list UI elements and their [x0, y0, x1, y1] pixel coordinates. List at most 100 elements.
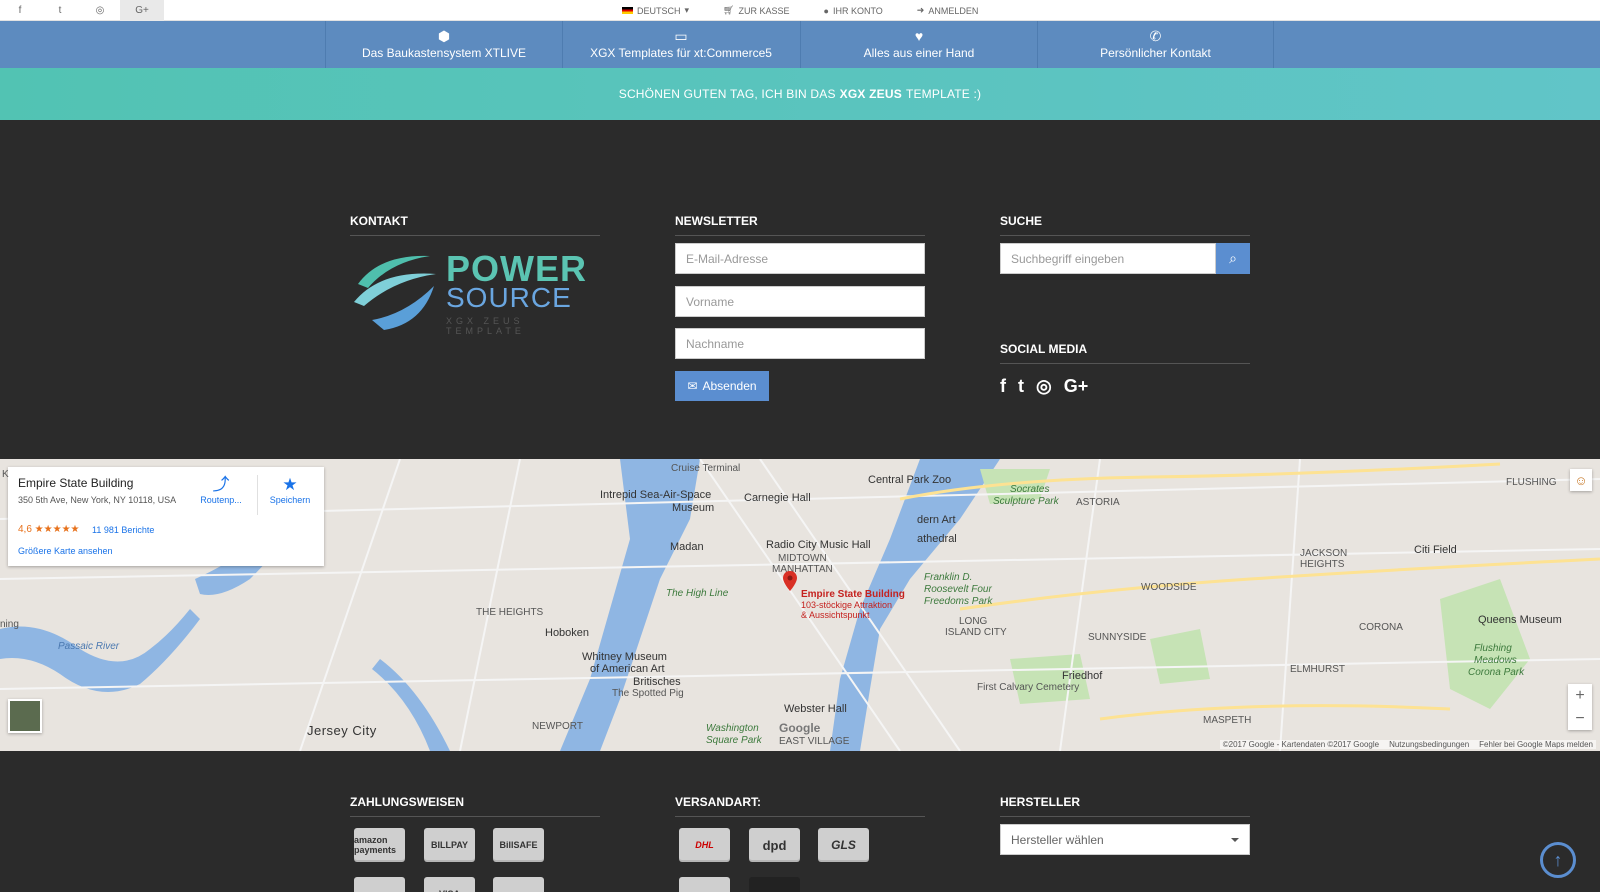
place-address: 350 5th Ave, New York, NY 10118, USA — [18, 495, 177, 505]
nav-item-label: Alles aus einer Hand — [863, 46, 975, 60]
route-button[interactable]: ⤴ Routenp... — [189, 475, 253, 505]
google-map[interactable]: Empire State Building 350 5th Ave, New Y… — [0, 459, 1600, 751]
payment-mastercard-badge — [493, 877, 544, 892]
nav-item-label: Persönlicher Kontakt — [1100, 46, 1211, 60]
login-link[interactable]: ➜ ANMELDEN — [917, 5, 979, 16]
terms-link[interactable]: Nutzungsbedingungen — [1389, 740, 1469, 749]
main-navigation: ⬢ Das Baukastensystem XTLIVE ▭ XGX Templ… — [0, 21, 1600, 68]
newsletter-email-input[interactable]: E-Mail-Adresse — [675, 243, 925, 274]
map-label: Madan — [670, 541, 704, 553]
language-selector[interactable]: DEUTSCH ▾ — [622, 5, 689, 16]
welcome-banner: SCHÖNEN GUTEN TAG, ICH BIN DAS XGX ZEUS … — [0, 68, 1600, 120]
map-label: Square Park — [706, 735, 762, 746]
map-label: Radio City Music Hall — [766, 539, 871, 551]
map-label: ning — [0, 619, 19, 630]
marker-subtitle-2: & Aussichtspunkt — [801, 610, 870, 620]
place-info-card: Empire State Building 350 5th Ave, New Y… — [8, 467, 324, 566]
submit-label: Absenden — [702, 379, 757, 393]
map-label: JACKSON — [1300, 548, 1348, 559]
googleplus-icon[interactable]: G+ — [120, 0, 164, 21]
map-label: MASPETH — [1203, 715, 1252, 726]
marker-subtitle-1: 103-stöckige Attraktion — [801, 600, 893, 610]
checkout-link[interactable]: 🛒︎ ZUR KASSE — [723, 5, 789, 16]
map-label: LONG — [959, 616, 988, 627]
phone-icon: ✆ — [1149, 28, 1162, 44]
payment-billpay-badge: BILLPAY — [424, 828, 475, 862]
zoom-in-button[interactable]: + — [1575, 687, 1584, 705]
top-bar: f t ◎ G+ DEUTSCH ▾ 🛒︎ ZUR KASSE ● IHR KONTO… — [0, 0, 1600, 21]
payment-visa-badge: VISA — [424, 877, 475, 892]
payment-amazon-badge: amazon payments — [354, 828, 405, 862]
map-label: Freedoms Park — [924, 596, 993, 607]
google-logo: Google — [779, 721, 821, 735]
twitter-icon[interactable]: t — [1018, 376, 1024, 397]
map-label: NEWPORT — [532, 721, 583, 732]
search-button[interactable]: ⌕ — [1216, 243, 1250, 274]
route-label: Routenp... — [200, 495, 242, 505]
map-label: Roosevelt Four — [924, 584, 992, 595]
facebook-icon[interactable]: f — [0, 0, 40, 21]
newsletter-firstname-input[interactable]: Vorname — [675, 286, 925, 317]
map-marker[interactable] — [783, 571, 797, 591]
map-label: First Calvary Cemetery — [977, 682, 1080, 693]
bigger-map-link[interactable]: Größere Karte ansehen — [18, 546, 113, 556]
contact-title: KONTAKT — [350, 214, 600, 236]
newsletter-lastname-input[interactable]: Nachname — [675, 328, 925, 359]
map-label: MIDTOWN — [778, 553, 827, 564]
nav-item-label: Das Baukastensystem XTLIVE — [361, 46, 527, 60]
map-label: Flushing — [1474, 643, 1512, 654]
power-source-logo[interactable]: POWER SOURCE XGX ZEUS TEMPLATE — [350, 244, 602, 336]
monitor-icon: ▭ — [674, 28, 688, 44]
map-label: ASTORIA — [1076, 497, 1120, 508]
map-label: EAST VILLAGE — [779, 736, 850, 747]
nav-item-all-in-one[interactable]: ♥ Alles aus einer Hand — [800, 21, 1037, 68]
facebook-icon[interactable]: f — [1000, 376, 1006, 397]
street-view-pegman-icon[interactable]: ☺ — [1570, 469, 1592, 491]
report-link[interactable]: Fehler bei Google Maps melden — [1479, 740, 1593, 749]
map-label: Passaic River — [58, 641, 120, 652]
sign-in-icon: ➜ — [916, 5, 925, 15]
arrow-up-icon: ↑ — [1553, 849, 1563, 870]
account-label: IHR KONTO — [832, 5, 883, 16]
nav-item-xtlive[interactable]: ⬢ Das Baukastensystem XTLIVE — [325, 21, 562, 68]
envelope-icon: ✉ — [687, 379, 698, 393]
caret-down-icon — [1231, 837, 1239, 842]
scroll-to-top-button[interactable]: ↑ — [1540, 842, 1576, 878]
map-label: K — [2, 469, 9, 480]
save-place-button[interactable]: ★ Speichern — [258, 475, 322, 505]
cart-icon: 🛒︎ — [723, 5, 735, 15]
googleplus-icon[interactable]: G+ — [1064, 376, 1089, 397]
shipping-badge — [679, 877, 730, 892]
map-label: THE HEIGHTS — [476, 607, 544, 618]
instagram-icon[interactable]: ◎ — [1036, 376, 1052, 397]
place-name: Empire State Building — [18, 476, 134, 490]
map-label: CORONA — [1359, 622, 1403, 633]
banner-highlight: XGX ZEUS — [839, 87, 902, 101]
newsletter-title: NEWSLETTER — [675, 214, 925, 236]
place-reviews-link[interactable]: 11 981 Berichte — [92, 525, 154, 535]
map-label: of American Art — [590, 663, 665, 675]
marker-pin-icon — [783, 571, 797, 591]
heart-icon: ♥ — [914, 28, 924, 44]
nav-item-contact[interactable]: ✆ Persönlicher Kontakt — [1037, 21, 1274, 68]
satellite-toggle[interactable] — [8, 699, 42, 733]
instagram-icon[interactable]: ◎ — [80, 0, 120, 21]
map-label: MANHATTAN — [772, 564, 833, 575]
map-label: Whitney Museum — [582, 651, 667, 663]
newsletter-submit-button[interactable]: ✉ Absenden — [675, 371, 769, 401]
social-media-links: f t ◎ G+ — [1000, 376, 1088, 397]
map-label: Socrates — [1010, 484, 1050, 495]
map-label: Hoboken — [545, 627, 590, 639]
zoom-out-button[interactable]: − — [1575, 710, 1584, 728]
place-rating: 4,6 ★★★★★ — [18, 524, 80, 535]
account-link[interactable]: ● IHR KONTO — [824, 6, 883, 16]
shipping-gls-badge: GLS — [818, 828, 869, 862]
manufacturer-select[interactable]: Hersteller wählen — [1000, 824, 1250, 855]
manufacturer-select-value: Hersteller wählen — [1011, 832, 1104, 847]
user-icon: ● — [823, 5, 829, 16]
map-label: Citi Field — [1414, 544, 1457, 556]
map-label: SUNNYSIDE — [1088, 632, 1147, 643]
nav-item-templates[interactable]: ▭ XGX Templates für xt:Commerce5 — [562, 21, 799, 68]
search-input[interactable]: Suchbegriff eingeben — [1000, 243, 1216, 274]
twitter-icon[interactable]: t — [40, 0, 80, 21]
